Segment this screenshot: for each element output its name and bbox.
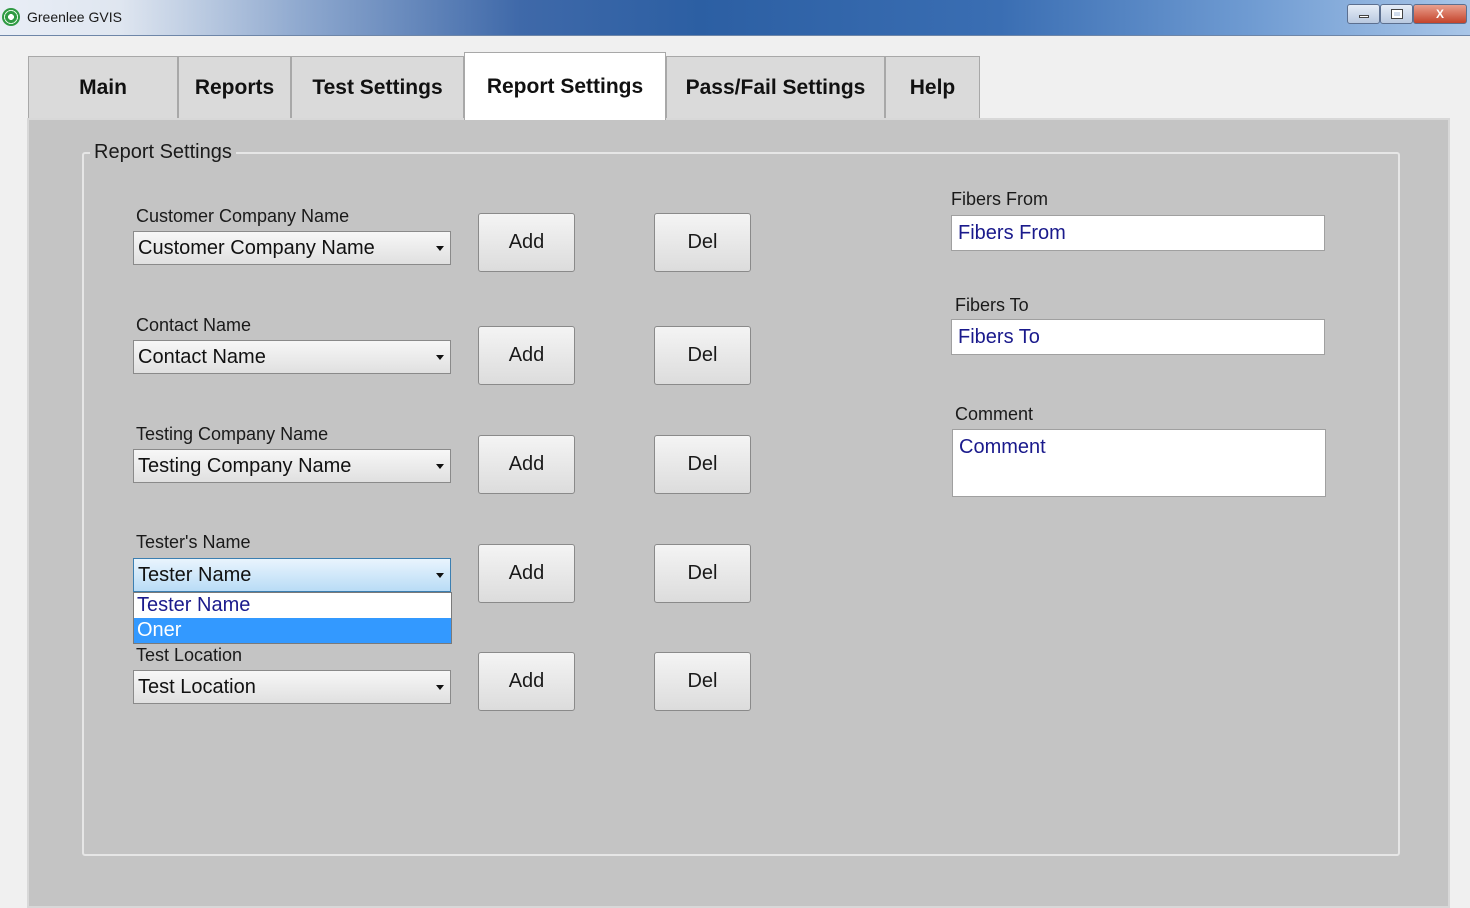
tester-name-combo[interactable]: Tester Name [133, 558, 451, 592]
chevron-down-icon [436, 573, 444, 578]
contact-name-value: Contact Name [138, 346, 266, 368]
chevron-down-icon [436, 685, 444, 690]
fibers-to-label: Fibers To [955, 295, 1029, 315]
tester-name-label: Tester's Name [136, 532, 251, 552]
add-contact-name-button[interactable]: Add [478, 326, 575, 385]
add-test-location-button[interactable]: Add [478, 652, 575, 711]
test-location-label: Test Location [136, 645, 243, 665]
tab-main[interactable]: Main [28, 56, 178, 118]
tester-name-value: Tester Name [138, 564, 252, 586]
dropdown-option[interactable]: Tester Name [134, 593, 451, 618]
maximize-button[interactable] [1380, 4, 1413, 24]
dropdown-option[interactable]: Oner [134, 618, 451, 643]
app-icon [2, 8, 20, 26]
maximize-icon [1390, 9, 1403, 19]
customer-company-label: Customer Company Name [136, 206, 350, 226]
del-contact-name-button[interactable]: Del [654, 326, 751, 385]
tester-name-dropdown: Tester Name Oner [133, 592, 452, 644]
fibers-to-input[interactable]: Fibers To [951, 319, 1325, 355]
contact-name-combo[interactable]: Contact Name [133, 340, 451, 374]
customer-company-combo[interactable]: Customer Company Name [133, 231, 451, 265]
del-customer-company-button[interactable]: Del [654, 213, 751, 272]
fibers-from-label: Fibers From [951, 189, 1049, 209]
del-testing-company-button[interactable]: Del [654, 435, 751, 494]
testing-company-combo[interactable]: Testing Company Name [133, 449, 451, 483]
add-testing-company-button[interactable]: Add [478, 435, 575, 494]
minimize-icon [1358, 15, 1369, 18]
chevron-down-icon [436, 464, 444, 469]
close-button[interactable]: X [1413, 4, 1467, 24]
chevron-down-icon [436, 246, 444, 251]
test-location-combo[interactable]: Test Location [133, 670, 451, 704]
fibers-from-input[interactable]: Fibers From [951, 215, 1325, 251]
testing-company-value: Testing Company Name [138, 455, 352, 477]
contact-name-label: Contact Name [136, 315, 252, 335]
chevron-down-icon [436, 355, 444, 360]
add-tester-name-button[interactable]: Add [478, 544, 575, 603]
customer-company-value: Customer Company Name [138, 237, 375, 259]
add-customer-company-button[interactable]: Add [478, 213, 575, 272]
group-title: Report Settings [90, 141, 236, 164]
window-title: Greenlee GVIS [27, 9, 122, 25]
tab-report-settings[interactable]: Report Settings [464, 52, 666, 120]
comment-label: Comment [955, 404, 1034, 424]
close-icon: X [1435, 7, 1444, 21]
del-tester-name-button[interactable]: Del [654, 544, 751, 603]
tab-reports[interactable]: Reports [178, 56, 291, 118]
comment-textarea[interactable]: Comment [952, 429, 1326, 497]
tab-pass-fail-settings[interactable]: Pass/Fail Settings [666, 56, 885, 118]
minimize-button[interactable] [1347, 4, 1380, 24]
tab-help[interactable]: Help [885, 56, 980, 118]
title-bar: Greenlee GVIS X [0, 0, 1470, 36]
test-location-value: Test Location [138, 676, 256, 698]
testing-company-label: Testing Company Name [136, 424, 329, 444]
tab-test-settings[interactable]: Test Settings [291, 56, 464, 118]
del-test-location-button[interactable]: Del [654, 652, 751, 711]
